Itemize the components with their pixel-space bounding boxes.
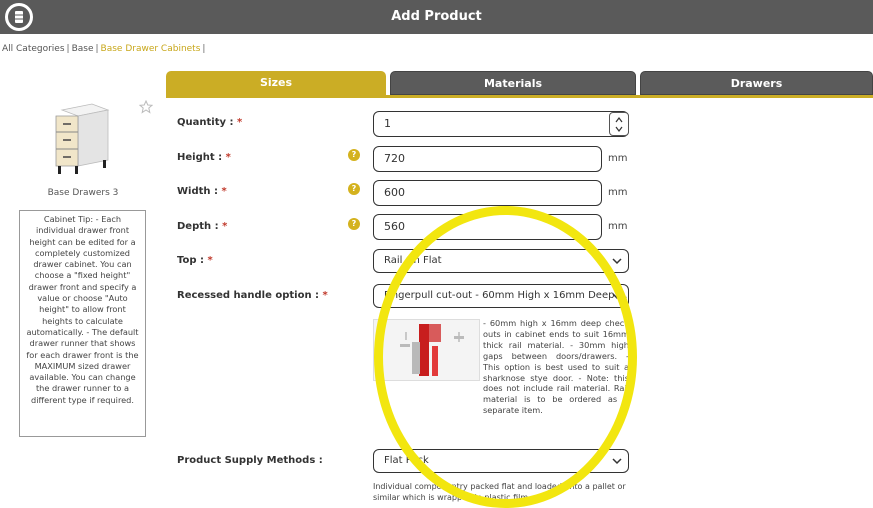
handle-option-image [373, 319, 480, 381]
tab-drawers[interactable]: Drawers [640, 71, 873, 95]
chevron-down-icon [612, 293, 622, 300]
width-label: Width : * [177, 186, 227, 197]
tab-underline [166, 95, 873, 98]
tab-materials[interactable]: Materials [390, 71, 636, 95]
breadcrumb-all-categories[interactable]: All Categories [2, 44, 65, 54]
breadcrumb-separator: | [66, 44, 70, 54]
top-label-text: Top : [177, 255, 205, 266]
height-label: Height : * [177, 152, 231, 163]
breadcrumb-separator: | [95, 44, 99, 54]
chevron-down-icon[interactable] [615, 125, 623, 133]
handle-select-value: Fingerpull cut-out - 60mm High x 16mm De… [384, 290, 629, 301]
supply-select[interactable]: Flat Pack [373, 449, 629, 473]
product-image [48, 100, 114, 180]
chevron-up-icon[interactable] [615, 116, 623, 124]
app-header: Add Product [0, 0, 873, 34]
quantity-stepper[interactable] [609, 112, 629, 136]
chevron-down-icon [612, 258, 622, 265]
supply-label: Product Supply Methods : [177, 455, 323, 466]
required-marker: * [322, 290, 328, 301]
width-label-text: Width : [177, 186, 218, 197]
chevron-down-icon [612, 458, 622, 465]
depth-label: Depth : * [177, 221, 227, 232]
depth-label-text: Depth : [177, 221, 219, 232]
width-input[interactable]: 600 [373, 180, 602, 206]
handle-option-description: - 60mm high x 16mm deep check outs in ca… [483, 318, 629, 416]
top-select-value: Rail On Flat [384, 255, 442, 266]
breadcrumb-base-drawer-cabinets[interactable]: Base Drawer Cabinets [101, 44, 201, 54]
cabinet-tip: Cabinet Tip: - Each individual drawer fr… [19, 210, 146, 437]
quantity-input[interactable]: 1 [373, 111, 629, 137]
handle-select[interactable]: Fingerpull cut-out - 60mm High x 16mm De… [373, 284, 629, 308]
height-unit: mm [608, 153, 628, 164]
required-marker: * [221, 186, 227, 197]
required-marker: * [222, 221, 228, 232]
quantity-label: Quantity : * [177, 117, 242, 128]
height-label-text: Height : [177, 152, 223, 163]
required-marker: * [236, 117, 243, 128]
tab-bar: Sizes Materials Drawers [166, 71, 873, 96]
required-marker: * [207, 255, 213, 266]
tab-sizes[interactable]: Sizes [166, 71, 386, 95]
page-title: Add Product [391, 9, 482, 24]
handle-label-text: Recessed handle option : [177, 290, 320, 301]
handle-label: Recessed handle option : * [177, 290, 328, 301]
help-icon[interactable]: ? [348, 149, 360, 161]
breadcrumb-base[interactable]: Base [72, 44, 94, 54]
width-unit: mm [608, 187, 628, 198]
depth-unit: mm [608, 221, 628, 232]
quantity-label-text: Quantity : [177, 117, 234, 128]
breadcrumb: All Categories | Base | Base Drawer Cabinets… [2, 44, 207, 54]
product-name: Base Drawers 3 [47, 188, 119, 198]
breadcrumb-separator: | [202, 44, 206, 54]
height-input[interactable]: 720 [373, 146, 602, 172]
help-icon[interactable]: ? [348, 183, 360, 195]
supply-select-value: Flat Pack [384, 455, 429, 466]
help-icon[interactable]: ? [348, 218, 360, 230]
required-marker: * [225, 152, 231, 163]
top-label: Top : * [177, 255, 213, 266]
supply-description: Individual componentry packed flat and l… [373, 482, 626, 502]
depth-input[interactable]: 560 [373, 214, 602, 240]
top-select[interactable]: Rail On Flat [373, 249, 629, 273]
favorite-star-icon[interactable] [138, 99, 154, 114]
